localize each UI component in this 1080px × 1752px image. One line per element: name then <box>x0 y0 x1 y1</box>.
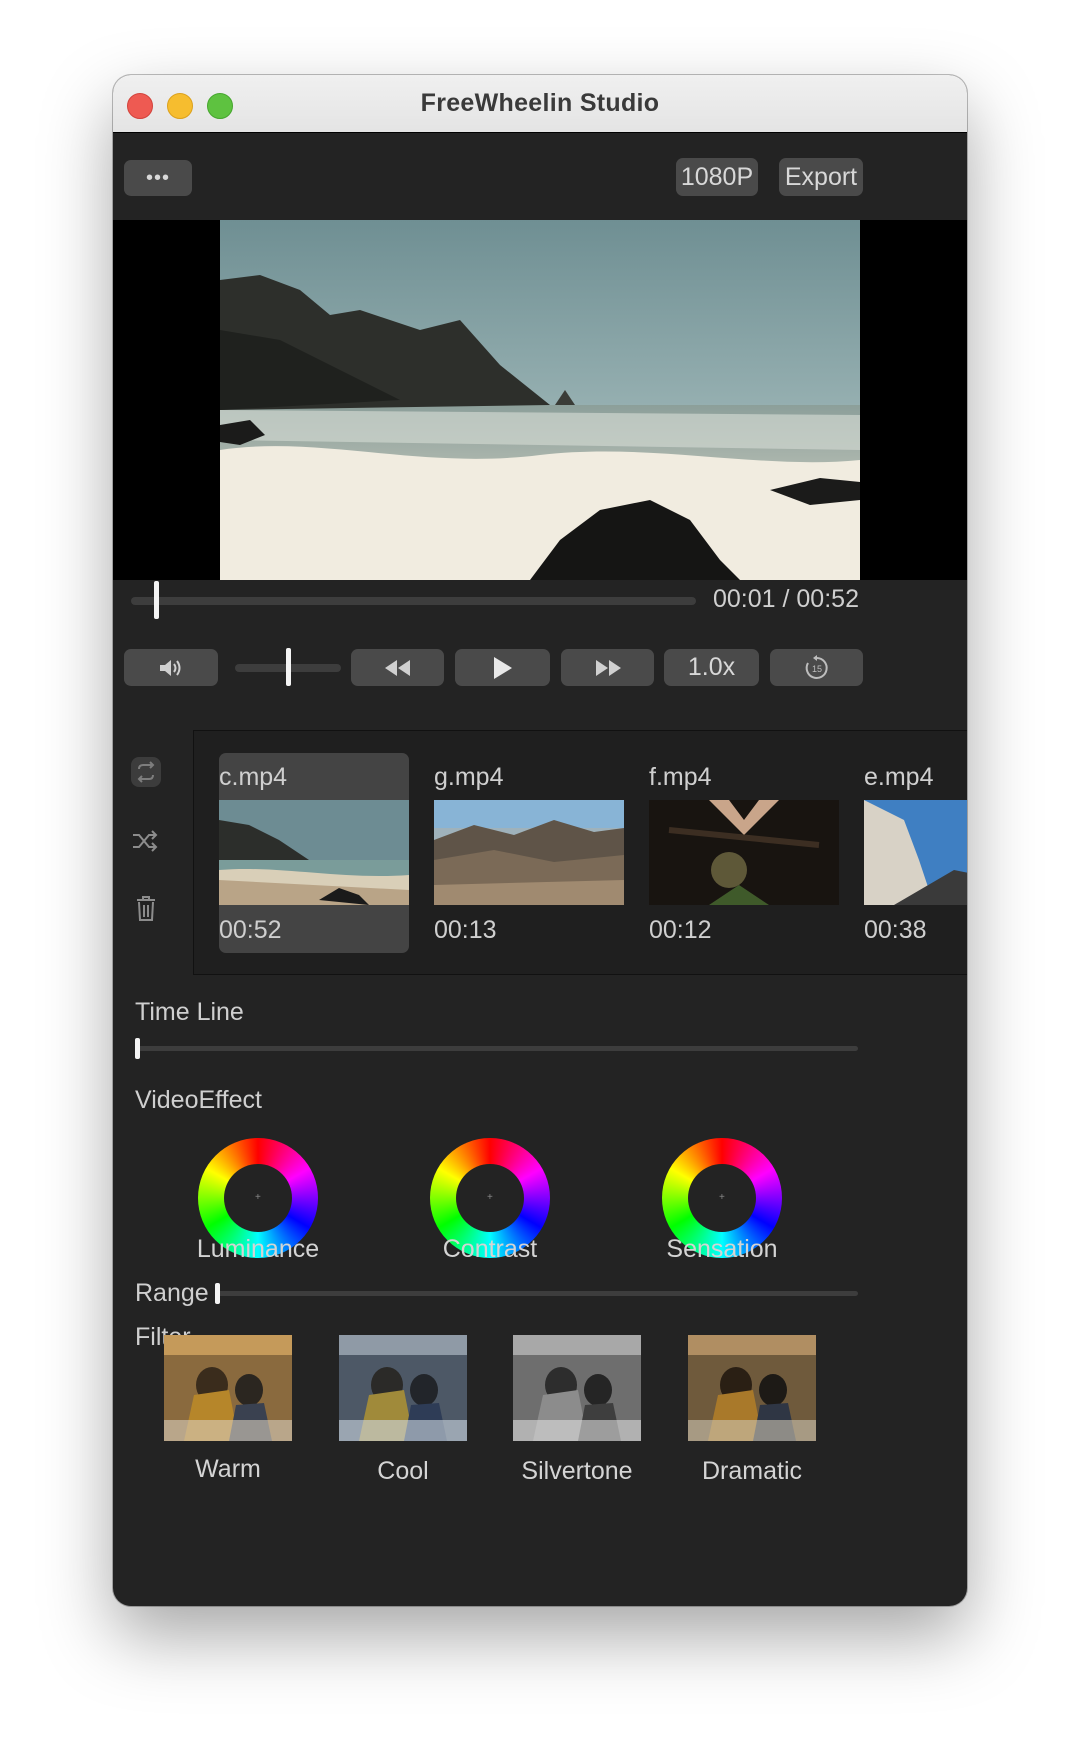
timeline-label: Time Line <box>135 998 244 1026</box>
mute-button[interactable] <box>124 649 218 686</box>
clip-duration: 00:52 <box>219 916 282 944</box>
shuffle-button[interactable] <box>131 827 161 855</box>
clip-thumbnail <box>864 800 967 905</box>
clip-item[interactable]: f.mp4 00:12 <box>649 753 839 953</box>
rewind-button[interactable] <box>351 649 444 686</box>
filter-preview-image <box>164 1335 292 1441</box>
trash-icon <box>137 896 155 921</box>
clip-thumbnail <box>219 800 409 905</box>
playback-progress-track[interactable] <box>131 597 696 605</box>
clip-name: e.mp4 <box>864 763 934 791</box>
volume-thumb[interactable] <box>286 648 291 686</box>
clip-duration: 00:38 <box>864 916 927 944</box>
total-time: 00:52 <box>796 585 859 613</box>
speaker-icon <box>160 659 181 676</box>
fast-forward-button[interactable] <box>561 649 654 686</box>
video-frame-image <box>220 220 860 580</box>
clip-item[interactable]: g.mp4 00:13 <box>434 753 624 953</box>
filter-cool-label: Cool <box>377 1457 429 1485</box>
clip-thumbnail <box>434 800 624 905</box>
clip-name: f.mp4 <box>649 763 712 791</box>
title-bar: FreeWheelin Studio <box>113 75 967 133</box>
clip-item[interactable]: c.mp4 00:52 <box>219 753 409 953</box>
filter-preview-image <box>688 1335 816 1441</box>
export-button[interactable]: Export <box>779 158 863 196</box>
shuffle-icon <box>133 830 158 852</box>
video-effect-label: VideoEffect <box>135 1086 262 1114</box>
svg-text:15: 15 <box>811 664 821 674</box>
clip-list: c.mp4 00:52 g.mp4 00:13 f.mp4 00:12 e.mp… <box>193 730 967 975</box>
clip-thumbnail <box>649 800 839 905</box>
replay-15-icon: 15 <box>805 654 828 679</box>
fast-forward-icon <box>595 659 621 676</box>
play-button[interactable] <box>455 649 550 686</box>
replay-15-button[interactable]: 15 <box>770 649 863 686</box>
filter-dramatic-thumbnail[interactable] <box>688 1335 816 1441</box>
time-separator: / <box>775 585 797 613</box>
playback-speed-button[interactable]: 1.0x <box>664 649 759 686</box>
clip-duration: 00:12 <box>649 916 712 944</box>
video-preview[interactable] <box>113 220 967 580</box>
filter-cool-thumbnail[interactable] <box>339 1335 467 1441</box>
current-time: 00:01 <box>713 585 776 613</box>
clip-name: g.mp4 <box>434 763 504 791</box>
range-track[interactable] <box>216 1291 858 1296</box>
filter-preview-image <box>513 1335 641 1441</box>
more-options-button[interactable]: ••• <box>124 160 192 196</box>
playback-progress-thumb[interactable] <box>153 581 159 619</box>
delete-button[interactable] <box>131 893 161 923</box>
filter-silvertone-thumbnail[interactable] <box>513 1335 641 1441</box>
clip-name: c.mp4 <box>219 763 288 791</box>
range-label: Range <box>135 1279 209 1307</box>
clip-duration: 00:13 <box>434 916 497 944</box>
sensation-label: Sensation <box>666 1235 778 1263</box>
resolution-button[interactable]: 1080P <box>676 158 758 196</box>
filter-dramatic-label: Dramatic <box>701 1457 802 1485</box>
time-display: 00:01 / 00:52 <box>713 585 859 614</box>
filter-preview-image <box>339 1335 467 1441</box>
luminance-label: Luminance <box>196 1235 320 1263</box>
clip-item[interactable]: e.mp4 00:38 <box>864 753 967 953</box>
loop-icon <box>137 761 155 783</box>
timeline-track[interactable] <box>135 1046 858 1051</box>
play-icon <box>493 656 512 679</box>
filter-warm-thumbnail[interactable] <box>164 1335 292 1441</box>
window-title: FreeWheelin Studio <box>420 89 660 117</box>
loop-button[interactable] <box>131 757 161 787</box>
app-window: FreeWheelin Studio ••• 1080P Export 00:0… <box>113 75 967 1606</box>
timeline-thumb[interactable] <box>135 1038 140 1059</box>
range-thumb[interactable] <box>215 1283 220 1304</box>
contrast-label: Contrast <box>442 1235 538 1263</box>
rewind-icon <box>384 659 410 676</box>
filter-silvertone-label: Silvertone <box>521 1457 633 1485</box>
filter-warm-label: Warm <box>195 1455 261 1483</box>
